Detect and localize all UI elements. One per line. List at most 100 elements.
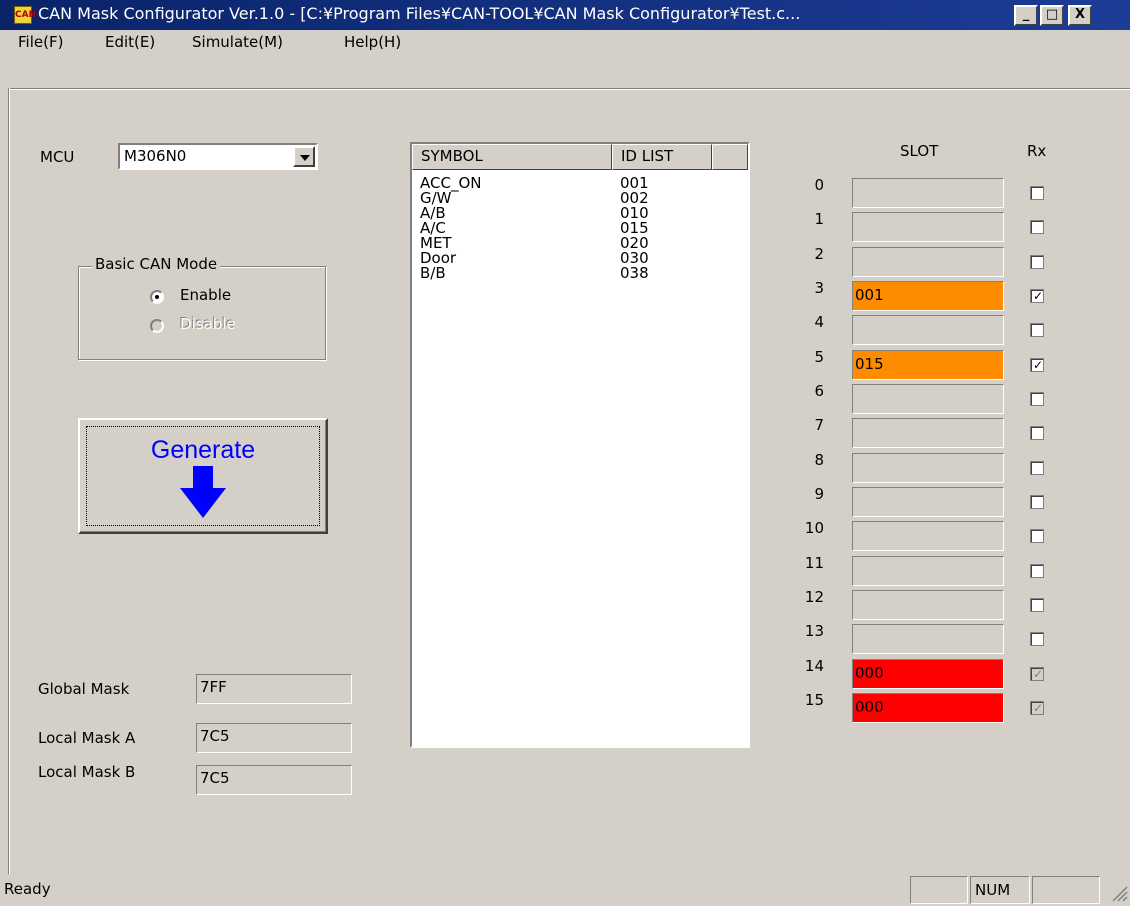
basic-can-mode-title: Basic CAN Mode (92, 255, 221, 273)
client-frame-left (8, 88, 10, 874)
slot-field[interactable] (852, 178, 1004, 208)
enable-label[interactable]: Enable (180, 286, 231, 304)
rx-checkbox[interactable] (1030, 186, 1044, 200)
status-pane-num: NUM (970, 876, 1030, 904)
slot-field[interactable] (852, 247, 1004, 277)
slot-number: 8 (814, 451, 824, 469)
checkmark-icon: ✓ (1033, 701, 1044, 715)
slot-number: 3 (814, 279, 824, 297)
slot-field[interactable] (852, 453, 1004, 483)
rx-checkbox[interactable]: ✓ (1030, 358, 1044, 372)
symbol-column-header[interactable]: SYMBOL (412, 144, 612, 170)
slot-value: 001 (855, 286, 884, 304)
resize-grip-icon[interactable] (1110, 884, 1128, 902)
minimize-button[interactable]: _ (1014, 5, 1038, 26)
list-item-id[interactable]: 038 (620, 266, 649, 281)
status-text: Ready (4, 880, 51, 898)
slot-number: 6 (814, 382, 824, 400)
menu-file[interactable]: File(F) (18, 33, 63, 51)
disable-label: Disable (180, 315, 236, 333)
slot-number: 7 (814, 416, 824, 434)
arrow-down-icon (180, 466, 226, 518)
slot-number: 4 (814, 313, 824, 331)
menu-bar: File(F) Edit(E) Simulate(M) Help(H) (0, 30, 1130, 88)
slot-field[interactable] (852, 315, 1004, 345)
rx-checkbox[interactable] (1030, 220, 1044, 234)
slot-number: 14 (804, 657, 824, 675)
mcu-dropdown-button[interactable] (293, 146, 315, 167)
local-mask-a-label: Local Mask A (38, 729, 136, 747)
disable-radio (150, 319, 164, 333)
id-list[interactable]: SYMBOL ID LIST ACC_ON 001 G/W 002 A/B 01… (410, 142, 750, 748)
rx-checkbox[interactable] (1030, 255, 1044, 269)
status-pane-caps (910, 876, 968, 904)
rx-checkbox[interactable]: ✓ (1030, 289, 1044, 303)
slot-number: 9 (814, 485, 824, 503)
mcu-label: MCU (40, 148, 75, 166)
checkmark-icon: ✓ (1033, 289, 1044, 303)
slot-field[interactable] (852, 590, 1004, 620)
radio-selected-icon (155, 295, 159, 299)
list-item-symbol[interactable]: B/B (420, 266, 446, 281)
status-pane-scroll (1032, 876, 1100, 904)
id-list-column-header[interactable]: ID LIST (612, 144, 712, 170)
slot-field[interactable]: 015 (852, 350, 1004, 380)
generate-label: Generate (150, 436, 256, 464)
slot-number: 1 (814, 210, 824, 228)
status-pane-num-text: NUM (975, 881, 1011, 899)
slot-field[interactable]: 001 (852, 281, 1004, 311)
slot-number: 0 (814, 176, 824, 194)
enable-radio[interactable] (150, 290, 164, 304)
filler-column-header (712, 144, 748, 170)
basic-can-mode-group (78, 266, 326, 360)
rx-checkbox[interactable] (1030, 392, 1044, 406)
slot-value: 015 (855, 355, 884, 373)
global-mask-field: 7FF (196, 674, 352, 704)
rx-checkbox: ✓ (1030, 667, 1044, 681)
menu-edit[interactable]: Edit(E) (105, 33, 155, 51)
slot-number: 15 (804, 691, 824, 709)
app-icon[interactable]: CAN (14, 6, 36, 24)
slot-field[interactable] (852, 212, 1004, 242)
slot-field[interactable] (852, 624, 1004, 654)
rx-checkbox[interactable] (1030, 632, 1044, 646)
slot-field[interactable] (852, 418, 1004, 448)
generate-button[interactable]: Generate (78, 418, 328, 534)
slot-value: 000 (855, 664, 884, 682)
mcu-value: M306N0 (124, 147, 187, 165)
rx-header: Rx (1027, 142, 1047, 160)
mcu-select[interactable]: M306N0 (118, 143, 318, 170)
local-mask-b-field: 7C5 (196, 765, 352, 795)
slot-field[interactable] (852, 487, 1004, 517)
slot-field[interactable] (852, 384, 1004, 414)
rx-checkbox[interactable] (1030, 598, 1044, 612)
menu-help[interactable]: Help(H) (344, 33, 401, 51)
rx-checkbox[interactable] (1030, 426, 1044, 440)
title-bar[interactable]: CAN CAN Mask Configurator Ver.1.0 - [C:¥… (0, 0, 1130, 30)
slot-number: 2 (814, 245, 824, 263)
window-title: CAN Mask Configurator Ver.1.0 - [C:¥Prog… (38, 4, 801, 23)
close-button[interactable]: X (1068, 5, 1092, 26)
rx-checkbox[interactable] (1030, 323, 1044, 337)
rx-checkbox[interactable] (1030, 529, 1044, 543)
slot-field[interactable]: 000 (852, 693, 1004, 723)
rx-checkbox[interactable] (1030, 564, 1044, 578)
slot-number: 10 (804, 519, 824, 537)
rx-checkbox[interactable] (1030, 461, 1044, 475)
rx-checkbox[interactable] (1030, 495, 1044, 509)
status-bar: Ready NUM (0, 874, 1130, 906)
local-mask-a-field: 7C5 (196, 723, 352, 753)
local-mask-a-value: 7C5 (200, 727, 230, 745)
maximize-button[interactable]: □ (1040, 5, 1064, 26)
local-mask-b-label: Local Mask B (38, 763, 136, 781)
checkmark-icon: ✓ (1033, 667, 1044, 681)
menu-simulate[interactable]: Simulate(M) (192, 33, 283, 51)
slot-number: 13 (804, 622, 824, 640)
global-mask-value: 7FF (200, 678, 227, 696)
slot-field[interactable] (852, 521, 1004, 551)
slot-number: 12 (804, 588, 824, 606)
local-mask-b-value: 7C5 (200, 769, 230, 787)
slot-field[interactable] (852, 556, 1004, 586)
slot-header: SLOT (900, 142, 939, 160)
slot-field[interactable]: 000 (852, 659, 1004, 689)
